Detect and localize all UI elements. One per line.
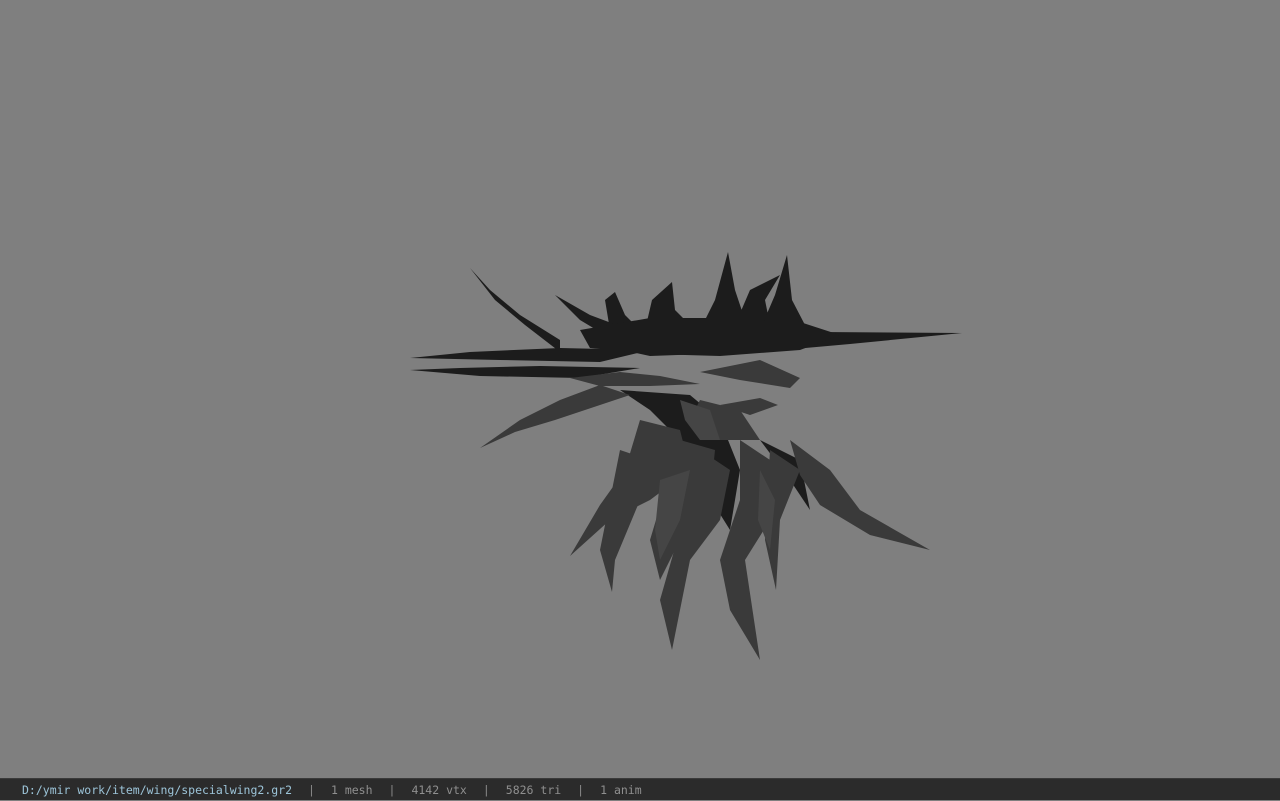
separator: | <box>308 782 315 797</box>
separator: | <box>577 782 585 797</box>
separator: | <box>482 782 490 797</box>
triangle-count: 5826 tri <box>505 782 562 797</box>
mesh-count: 1 mesh <box>330 782 373 797</box>
status-bar: D:/ymir work/item/wing/specialwing2.gr2 … <box>0 778 1280 800</box>
3d-viewport[interactable] <box>0 0 1280 778</box>
file-path: D:/ymir work/item/wing/specialwing2.gr2 <box>22 782 293 797</box>
anim-count: 1 anim <box>600 782 642 797</box>
vertex-count: 4142 vtx <box>411 782 467 797</box>
wing-model <box>410 252 962 660</box>
separator: | <box>388 782 396 797</box>
